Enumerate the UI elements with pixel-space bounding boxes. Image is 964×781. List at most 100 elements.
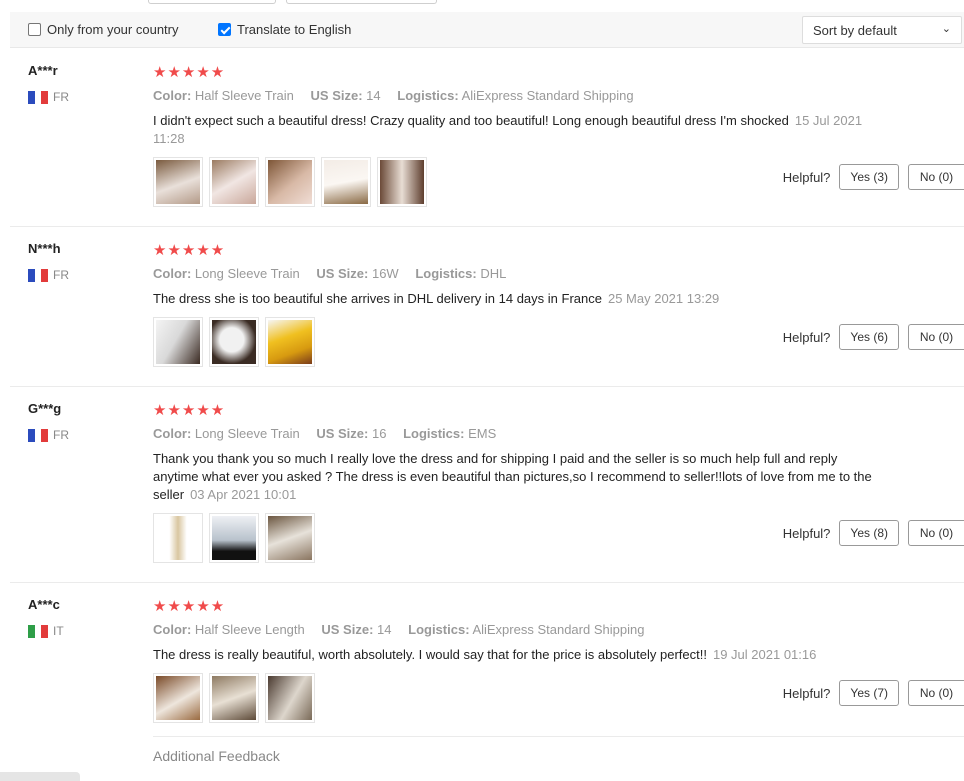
helpful-votes: Helpful? Yes (8) No (0) (783, 520, 964, 546)
review-photos (153, 513, 315, 563)
size-value: 16 (371, 426, 387, 441)
star-rating: ★★★★★ (153, 64, 226, 81)
logistics-value: AliExpress Standard Shipping (461, 88, 634, 103)
country-code: FR (53, 268, 69, 282)
review-body: The dress is really beautiful, worth abs… (153, 647, 707, 662)
helpful-votes: Helpful? Yes (3) No (0) (783, 164, 964, 190)
size-label: US Size: (316, 266, 369, 281)
review-attributes: Color: Long Sleeve Train US Size: 16W Lo… (153, 266, 519, 281)
only-from-country-label: Only from your country (47, 22, 179, 37)
review-photo[interactable] (209, 513, 259, 563)
review-photo[interactable] (209, 157, 259, 207)
helpful-votes: Helpful? Yes (7) No (0) (783, 680, 964, 706)
reviewer-country: IT (28, 624, 64, 638)
review-photo[interactable] (321, 157, 371, 207)
star-rating: ★★★★★ (153, 598, 226, 615)
review-text: The dress she is too beautiful she arriv… (153, 290, 873, 308)
only-from-country-checkbox[interactable]: Only from your country (28, 22, 179, 37)
color-value: Long Sleeve Train (194, 426, 300, 441)
color-value: Half Sleeve Train (194, 88, 294, 103)
reviewer-country: FR (28, 90, 69, 104)
review-photo[interactable] (265, 157, 315, 207)
review-text: The dress is really beautiful, worth abs… (153, 646, 873, 664)
reviewer-country: FR (28, 428, 69, 442)
helpful-label: Helpful? (782, 169, 831, 185)
logistics-label: Logistics: (397, 88, 459, 103)
size-label: US Size: (316, 426, 369, 441)
review-photos (153, 673, 315, 723)
flag-fr-icon (28, 428, 49, 442)
color-value: Long Sleeve Train (194, 266, 300, 281)
logistics-label: Logistics: (403, 426, 465, 441)
reviewer-name: A***c (28, 597, 60, 612)
review-photo[interactable] (153, 317, 203, 367)
helpful-votes: Helpful? Yes (6) No (0) (783, 324, 964, 350)
review-body: I didn't expect such a beautiful dress! … (153, 113, 789, 128)
logistics-label: Logistics: (415, 266, 477, 281)
size-value: 14 (377, 622, 392, 637)
helpful-label: Helpful? (782, 525, 831, 541)
translate-to-english-checkbox[interactable]: Translate to English (218, 22, 351, 37)
color-label: Color: (153, 426, 192, 441)
review-photo[interactable] (209, 317, 259, 367)
review-photo[interactable] (153, 157, 203, 207)
chevron-down-icon: ⌄ (941, 23, 951, 35)
country-code: FR (53, 90, 69, 104)
review-item: A***c IT ★★★★★ Color: Half Sleeve Length… (0, 583, 964, 781)
review-date: 03 Apr 2021 10:01 (190, 487, 297, 502)
review-photo[interactable] (265, 513, 315, 563)
filter-bar: Only from your country Translate to Engl… (10, 12, 964, 48)
review-body: The dress she is too beautiful she arriv… (153, 291, 602, 306)
review-photos (153, 157, 427, 207)
logistics-value: AliExpress Standard Shipping (472, 622, 645, 637)
flag-it-icon (28, 624, 49, 638)
logistics-value: EMS (468, 426, 497, 441)
flag-fr-icon (28, 90, 49, 104)
review-photo[interactable] (209, 673, 259, 723)
review-date: 25 May 2021 13:29 (607, 291, 720, 306)
helpful-no-button[interactable]: No (0) (908, 164, 964, 190)
review-photo[interactable] (153, 513, 203, 563)
top-control-stub (148, 0, 276, 4)
review-photos (153, 317, 315, 367)
checkbox-checked[interactable] (218, 23, 231, 36)
review-photo[interactable] (265, 317, 315, 367)
translate-to-english-label: Translate to English (237, 22, 352, 37)
review-attributes: Color: Half Sleeve Length US Size: 14 Lo… (153, 622, 657, 637)
helpful-label: Helpful? (782, 685, 831, 701)
review-text: Thank you thank you so much I really lov… (153, 450, 873, 504)
scrollbar[interactable] (0, 772, 80, 781)
sort-select[interactable]: Sort by default ⌄ (802, 16, 962, 44)
review-item: N***h FR ★★★★★ Color: Long Sleeve Train … (0, 227, 964, 387)
review-date: 19 Jul 2021 01:16 (712, 647, 817, 662)
review-item: A***r FR ★★★★★ Color: Half Sleeve Train … (0, 49, 964, 227)
color-value: Half Sleeve Length (194, 622, 305, 637)
color-label: Color: (153, 266, 192, 281)
checkbox-unchecked[interactable] (28, 23, 41, 36)
size-label: US Size: (310, 88, 363, 103)
helpful-yes-button[interactable]: Yes (7) (839, 680, 899, 706)
review-photo[interactable] (377, 157, 427, 207)
review-text: I didn't expect such a beautiful dress! … (153, 112, 873, 148)
helpful-no-button[interactable]: No (0) (908, 324, 964, 350)
flag-fr-icon (28, 268, 49, 282)
helpful-label: Helpful? (782, 329, 831, 345)
helpful-yes-button[interactable]: Yes (8) (839, 520, 899, 546)
review-photo[interactable] (153, 673, 203, 723)
divider (153, 736, 964, 737)
helpful-yes-button[interactable]: Yes (6) (839, 324, 899, 350)
helpful-yes-button[interactable]: Yes (3) (839, 164, 899, 190)
size-label: US Size: (321, 622, 374, 637)
color-label: Color: (153, 88, 192, 103)
star-rating: ★★★★★ (153, 402, 226, 419)
helpful-no-button[interactable]: No (0) (908, 680, 964, 706)
reviewer-name: A***r (28, 63, 58, 78)
size-value: 16W (371, 266, 399, 281)
helpful-no-button[interactable]: No (0) (908, 520, 964, 546)
logistics-label: Logistics: (408, 622, 470, 637)
logistics-value: DHL (480, 266, 507, 281)
top-control-stub (286, 0, 437, 4)
review-photo[interactable] (265, 673, 315, 723)
country-code: IT (53, 624, 64, 638)
size-value: 14 (366, 88, 381, 103)
